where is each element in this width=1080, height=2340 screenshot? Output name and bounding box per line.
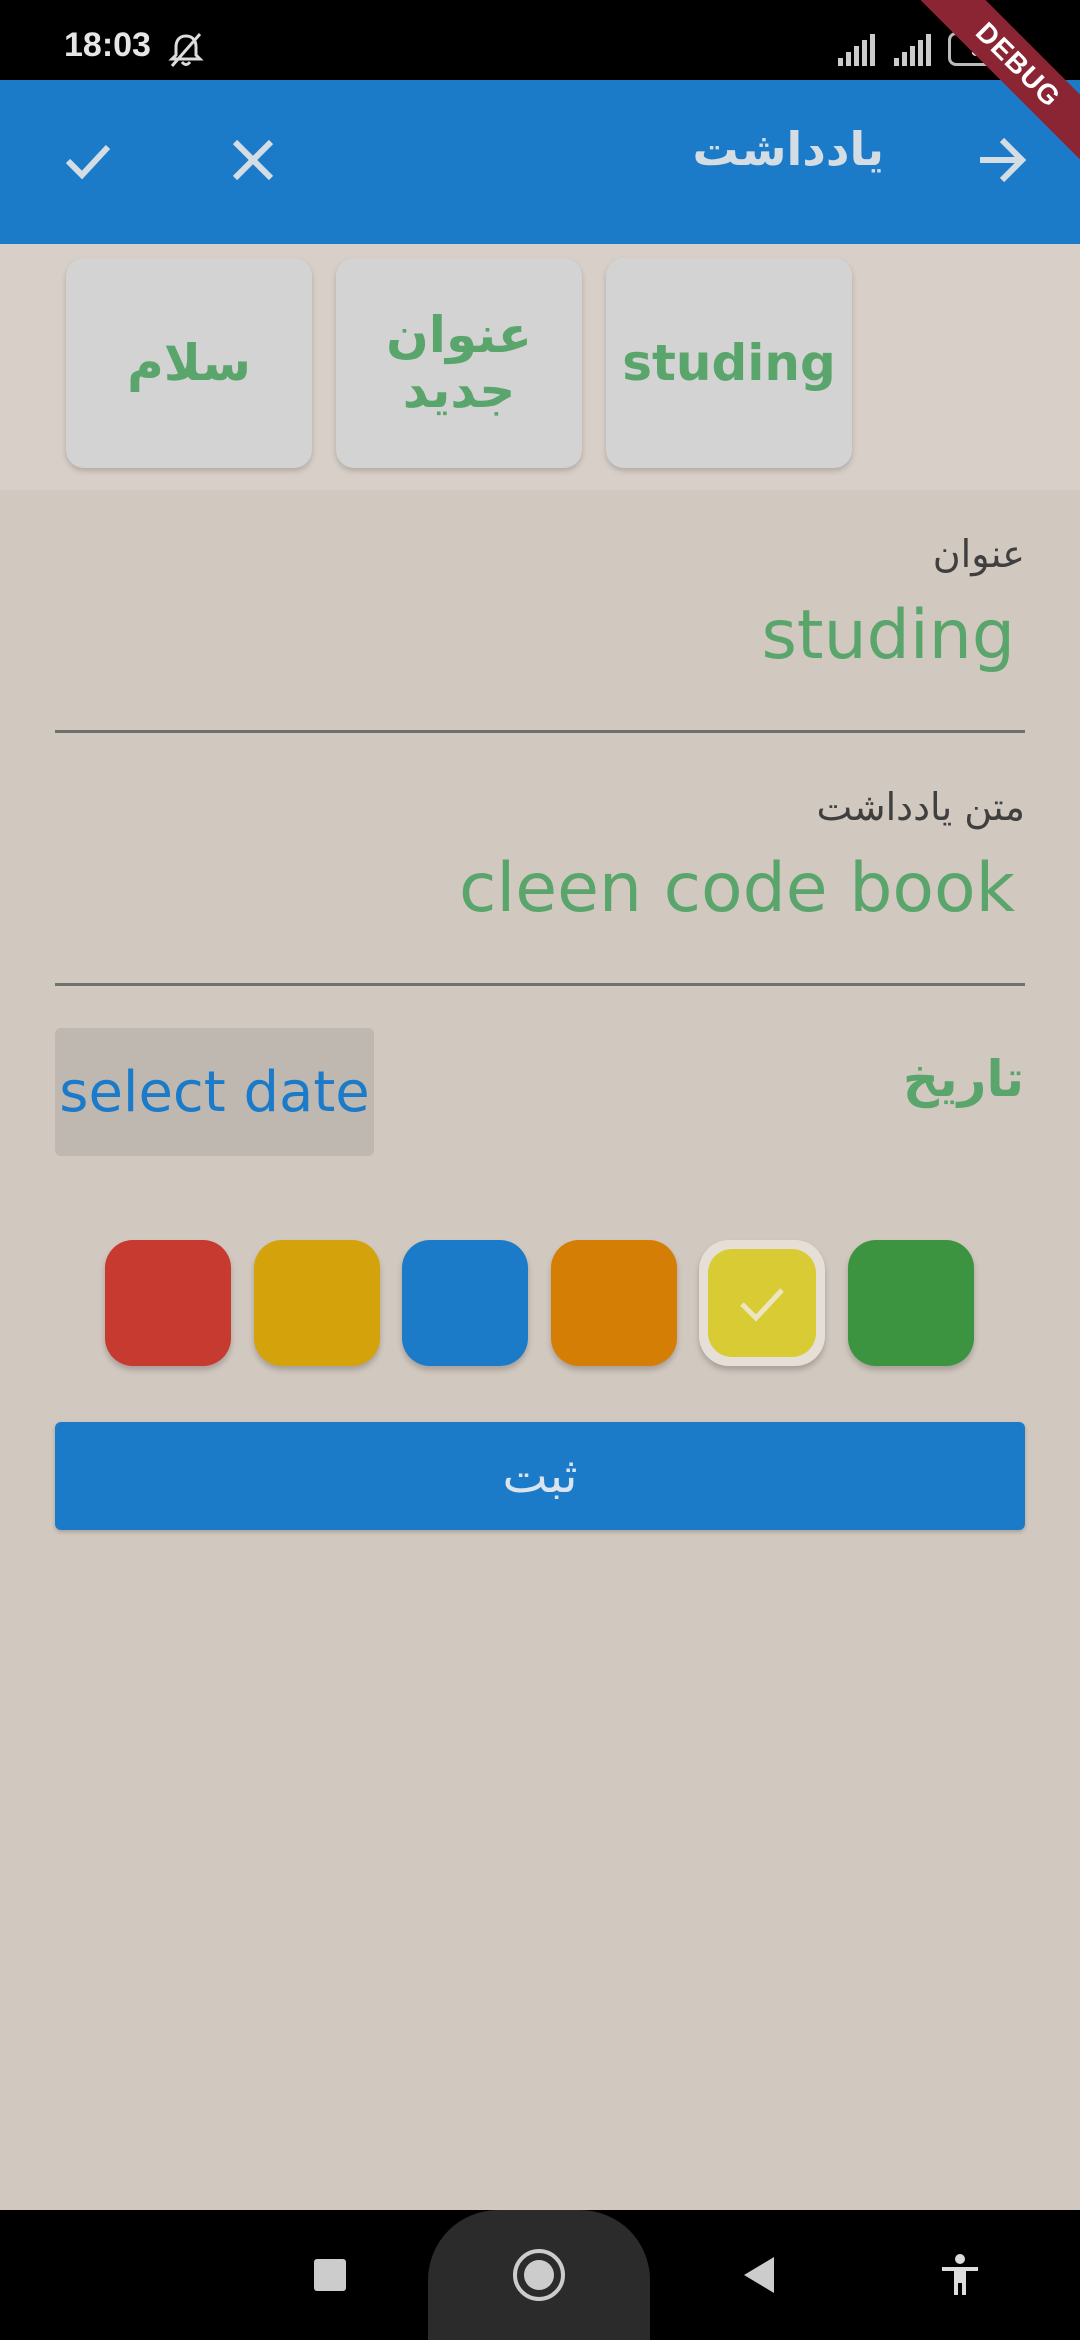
body-field-value[interactable]: cleen code book <box>459 849 1015 928</box>
status-time: 18:03 <box>64 26 151 64</box>
recent-notes-list: studing عنوان جدید سلام <box>0 244 1080 490</box>
note-card[interactable]: عنوان جدید <box>336 258 582 468</box>
triangle-back-icon <box>744 2257 774 2293</box>
cellular-signal-icon <box>838 34 875 66</box>
title-field-value[interactable]: studing <box>761 596 1015 675</box>
color-swatch-orange[interactable] <box>551 1240 677 1366</box>
close-icon <box>232 139 274 181</box>
body-field-label: متن یادداشت <box>816 785 1025 829</box>
home-button[interactable] <box>499 2235 579 2315</box>
home-circle-icon <box>513 2249 565 2301</box>
back-nav-button[interactable] <box>720 2235 800 2315</box>
color-swatch-amber[interactable] <box>254 1240 380 1366</box>
color-swatch-blue[interactable] <box>402 1240 528 1366</box>
title-field-label: عنوان <box>932 532 1025 576</box>
select-date-button[interactable]: select date <box>55 1028 374 1156</box>
note-card-title: سلام <box>127 333 251 392</box>
accessibility-icon <box>942 2254 978 2295</box>
note-card-title: عنوان جدید <box>386 306 532 419</box>
notifications-muted-icon <box>168 33 204 67</box>
back-button[interactable] <box>952 110 1052 210</box>
page-title: یادداشت <box>692 122 884 176</box>
body-field[interactable]: متن یادداشت cleen code book <box>55 773 1025 986</box>
arrow-forward-icon <box>980 137 1027 183</box>
note-card[interactable]: studing <box>606 258 852 468</box>
color-swatch-yellow <box>708 1249 816 1357</box>
color-swatch-red[interactable] <box>105 1240 231 1366</box>
square-icon <box>314 2259 346 2291</box>
system-navigation-bar <box>0 2210 1080 2340</box>
note-card-title: studing <box>622 333 836 392</box>
submit-button[interactable]: ثبت <box>55 1422 1025 1530</box>
check-icon <box>740 1288 784 1322</box>
check-icon <box>65 144 111 180</box>
app-bar: یادداشت <box>0 80 1080 244</box>
color-swatch-green[interactable] <box>848 1240 974 1366</box>
cancel-button[interactable] <box>203 110 303 210</box>
confirm-button[interactable] <box>38 110 138 210</box>
recents-button[interactable] <box>290 2235 370 2315</box>
color-swatch-yellow-selected[interactable] <box>699 1240 825 1366</box>
note-card[interactable]: سلام <box>66 258 312 468</box>
status-bar: 18:03 59 <box>0 0 1080 80</box>
submit-button-label: ثبت <box>502 1448 578 1504</box>
date-label: تاریخ <box>902 1050 1024 1108</box>
title-field[interactable]: عنوان studing <box>55 520 1025 733</box>
cellular-signal-icon <box>894 34 931 66</box>
select-date-label: select date <box>59 1059 370 1125</box>
accessibility-button[interactable] <box>920 2235 1000 2315</box>
